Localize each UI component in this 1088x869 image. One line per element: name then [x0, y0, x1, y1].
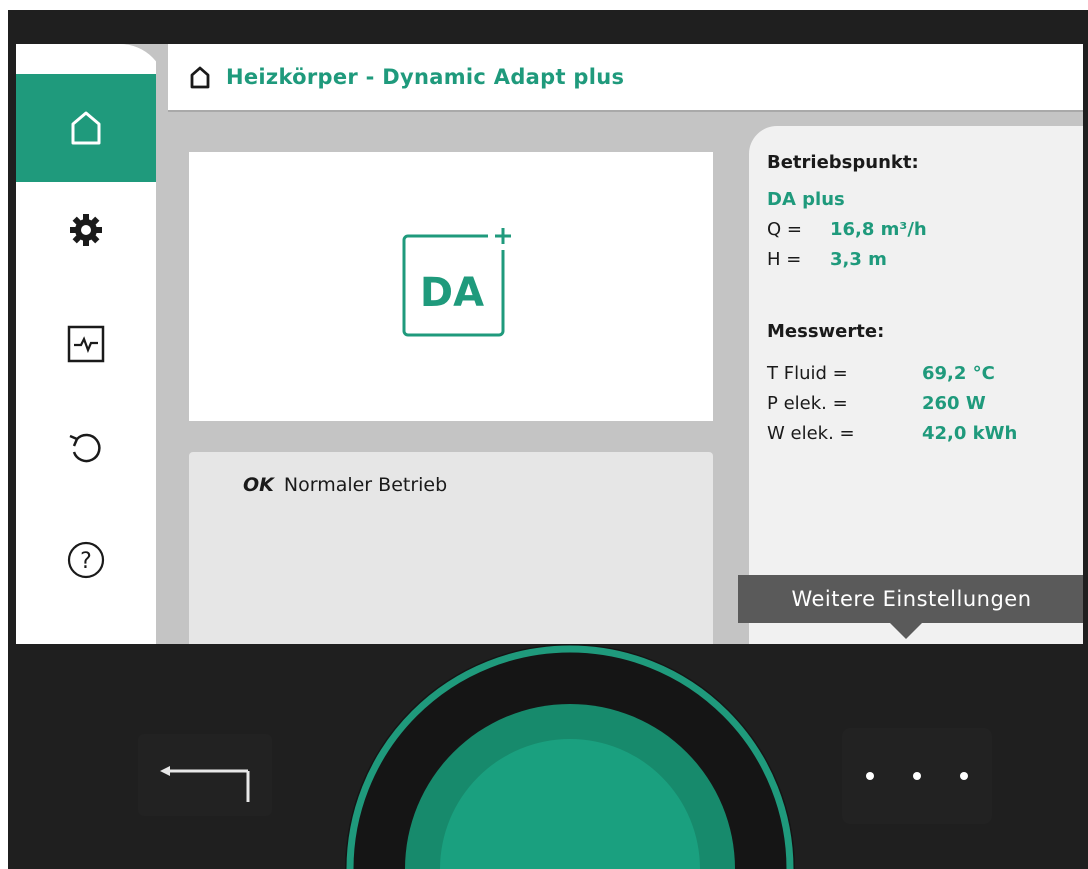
operating-knob[interactable]	[0, 0, 1088, 869]
